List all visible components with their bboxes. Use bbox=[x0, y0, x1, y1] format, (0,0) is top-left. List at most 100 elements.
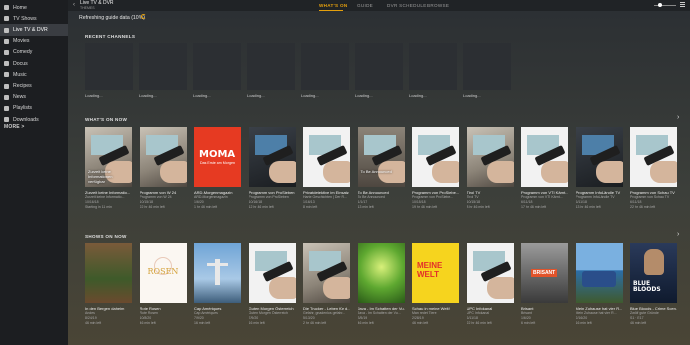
poster-image[interactable] bbox=[466, 127, 514, 187]
program-time-left: 6 min left bbox=[521, 321, 536, 325]
poster-image[interactable] bbox=[575, 243, 623, 303]
poster-image[interactable] bbox=[412, 127, 459, 187]
recent-channel-tile[interactable] bbox=[301, 43, 349, 90]
recent-channel-tile[interactable] bbox=[247, 43, 295, 90]
tab-whats-on[interactable]: WHAT'S ON bbox=[319, 3, 347, 8]
program-tile[interactable]: Programm von VTI Kärnt... Programm von VT… bbox=[521, 127, 568, 210]
folder-icon bbox=[4, 83, 9, 89]
program-tile[interactable]: Mein Zuhause hat vier R... Mein Zuhause h… bbox=[575, 243, 623, 326]
hand-graphic bbox=[323, 277, 350, 299]
poster-image[interactable]: BRISANT bbox=[521, 243, 568, 303]
tab-dvr-schedule[interactable]: DVR SCHEDULE bbox=[387, 3, 427, 8]
poster-image[interactable] bbox=[194, 243, 241, 303]
sidebar-item-home[interactable]: Home bbox=[0, 2, 68, 13]
program-time-left: 2 hr 46 min left bbox=[303, 321, 327, 325]
program-tile[interactable]: Programm von Schau TV Programm von Schau … bbox=[630, 127, 677, 210]
poster-image[interactable] bbox=[248, 243, 296, 303]
poster-image[interactable] bbox=[303, 127, 350, 187]
sidebar-item-label: Home bbox=[13, 4, 27, 11]
poster-image[interactable]: MOMA Das Erste am Morgen bbox=[194, 127, 241, 187]
recent-channel-label: Loading... bbox=[301, 93, 319, 98]
program-tile[interactable]: Programm von ProSieben Programm von ProSi… bbox=[248, 127, 296, 210]
sidebar-item-movies[interactable]: Movies bbox=[0, 36, 68, 47]
program-tile[interactable]: Guten Morgen Österreich Guten Morgen Öste… bbox=[248, 243, 296, 326]
program-tile[interactable]: Java - Im Schatten der Vu... Java - Im Sc… bbox=[357, 243, 405, 326]
poster-image[interactable]: BLUE BLOODS bbox=[630, 243, 677, 303]
poster-image[interactable]: To Be Announced bbox=[357, 127, 405, 187]
tab-browse[interactable]: BROWSE bbox=[427, 3, 449, 8]
recent-channel-label: Loading... bbox=[85, 93, 103, 98]
sidebar-item-tv-shows[interactable]: TV Shows bbox=[0, 13, 68, 24]
sidebar-item-label: Downloads bbox=[13, 116, 39, 123]
program-tile[interactable]: Zurzeit keine Informationen verfügbar Zur… bbox=[85, 127, 132, 210]
shows-on-next-arrow-icon[interactable]: › bbox=[677, 231, 679, 238]
tv-icon bbox=[4, 16, 9, 22]
program-tile[interactable]: ROSEN Rote Rosen Rote Rosen 10/8/20 46 min l… bbox=[139, 243, 187, 326]
program-tile[interactable]: Programm von W 24 Programm von W 24 10/15/… bbox=[139, 127, 187, 210]
program-tile[interactable]: In den Bergen daheim Andes 8/24/19 46 min l… bbox=[85, 243, 132, 326]
back-arrow-icon[interactable]: ‹ bbox=[73, 2, 75, 8]
sidebar-item-playlists[interactable]: Playlists bbox=[0, 103, 68, 114]
program-time-left: 13 hr 46 min left bbox=[575, 205, 601, 209]
program-time-left: 17 hr 46 min left bbox=[521, 205, 547, 209]
poster-image[interactable] bbox=[466, 243, 514, 303]
program-tile[interactable]: UPC Infokanal UPC Infokanal 6/11/18 22 hr 4… bbox=[466, 243, 514, 326]
sidebar-item-music[interactable]: Music bbox=[0, 69, 68, 80]
moma-logo: MOMA bbox=[199, 149, 236, 160]
statue-arms-graphic bbox=[207, 263, 228, 266]
poster-image[interactable]: Zurzeit keine Informationen verfügbar bbox=[85, 127, 132, 187]
main-content: ‹ Live TV & DVR THEMES WHAT'S ON GUIDE D… bbox=[68, 0, 690, 345]
poster-image[interactable] bbox=[248, 127, 296, 187]
program-time-left: 46 min left bbox=[357, 321, 374, 325]
poster-image[interactable] bbox=[630, 127, 677, 187]
sidebar: Home TV Shows Live TV & DVR Movies Comedy Doc… bbox=[0, 0, 68, 345]
program-tile[interactable]: BLUE BLOODS Blue Bloods - Crime Scen... Zw… bbox=[630, 243, 677, 326]
poster-image[interactable]: MEINE WELT bbox=[412, 243, 459, 303]
program-tile[interactable]: Privatdetektive im Einsatz Harte Geschich… bbox=[303, 127, 350, 210]
hand-graphic bbox=[650, 161, 677, 183]
poster-image[interactable] bbox=[521, 127, 568, 187]
recent-channel-label: Loading... bbox=[247, 93, 265, 98]
program-tile[interactable]: To Be Announced To Be Announced To Be Anno… bbox=[357, 127, 405, 210]
poster-image[interactable] bbox=[85, 243, 132, 303]
poster-image[interactable] bbox=[303, 243, 350, 303]
sidebar-item-label: Comedy bbox=[13, 49, 33, 56]
tab-guide[interactable]: GUIDE bbox=[357, 3, 373, 8]
recent-channel-tile[interactable] bbox=[409, 43, 457, 90]
recent-channel-tile[interactable] bbox=[139, 43, 187, 90]
film-icon bbox=[4, 61, 9, 67]
program-tile[interactable]: Cap Amériques Cap Amériques 7/9/20 16 min l… bbox=[194, 243, 241, 326]
program-tile[interactable]: BRISANT Brisant Brisant 1/6/20 6 min left bbox=[521, 243, 568, 326]
poster-image[interactable]: ROSEN bbox=[139, 243, 187, 303]
recent-channel-tile[interactable] bbox=[463, 43, 511, 90]
program-tile[interactable]: Programm von ProSiebe... Programm von Pro… bbox=[412, 127, 459, 210]
poster-image[interactable] bbox=[357, 243, 405, 303]
sidebar-more-link[interactable]: MORE > bbox=[4, 124, 25, 130]
program-tile[interactable]: MEINE WELT Schau in meine Welt! Man redet … bbox=[412, 243, 459, 326]
program-time-left: 1 hr 46 min left bbox=[194, 205, 218, 209]
meine-welt-logo: MEINE WELT bbox=[417, 261, 443, 279]
sidebar-item-comedy[interactable]: Comedy bbox=[0, 47, 68, 58]
program-tile[interactable]: Programm InfoLändle TV Programm InfoLändl… bbox=[575, 127, 623, 210]
poster-image[interactable] bbox=[139, 127, 187, 187]
broadcast-icon bbox=[4, 27, 9, 33]
menu-icon[interactable] bbox=[680, 2, 685, 8]
program-tile[interactable]: Tirol TV Tirol TV 10/15/18 8 hr 46 min left bbox=[466, 127, 514, 210]
hand-graphic bbox=[432, 161, 459, 183]
program-tile[interactable]: MOMA Das Erste am Morgen ARD-Morgenmagazin… bbox=[194, 127, 241, 210]
whats-on-next-arrow-icon[interactable]: › bbox=[677, 114, 679, 121]
film-icon bbox=[4, 94, 9, 100]
poster-image[interactable] bbox=[575, 127, 623, 187]
recent-channel-label: Loading... bbox=[409, 93, 427, 98]
sidebar-item-news[interactable]: News bbox=[0, 92, 68, 103]
poster-size-slider-handle[interactable] bbox=[658, 3, 662, 7]
program-tile[interactable]: Die Trucker - Leben für d... Gefahr, gnad… bbox=[303, 243, 350, 326]
recent-channel-tile[interactable] bbox=[355, 43, 403, 90]
sidebar-item-recipes[interactable]: Recipes bbox=[0, 80, 68, 91]
recent-channel-label: Loading... bbox=[463, 93, 481, 98]
hand-graphic bbox=[486, 161, 514, 183]
sidebar-item-docus[interactable]: Docus bbox=[0, 58, 68, 69]
recent-channel-tile[interactable] bbox=[85, 43, 133, 90]
recent-channel-tile[interactable] bbox=[193, 43, 241, 90]
sidebar-item-live-tv-dvr[interactable]: Live TV & DVR bbox=[0, 24, 68, 36]
